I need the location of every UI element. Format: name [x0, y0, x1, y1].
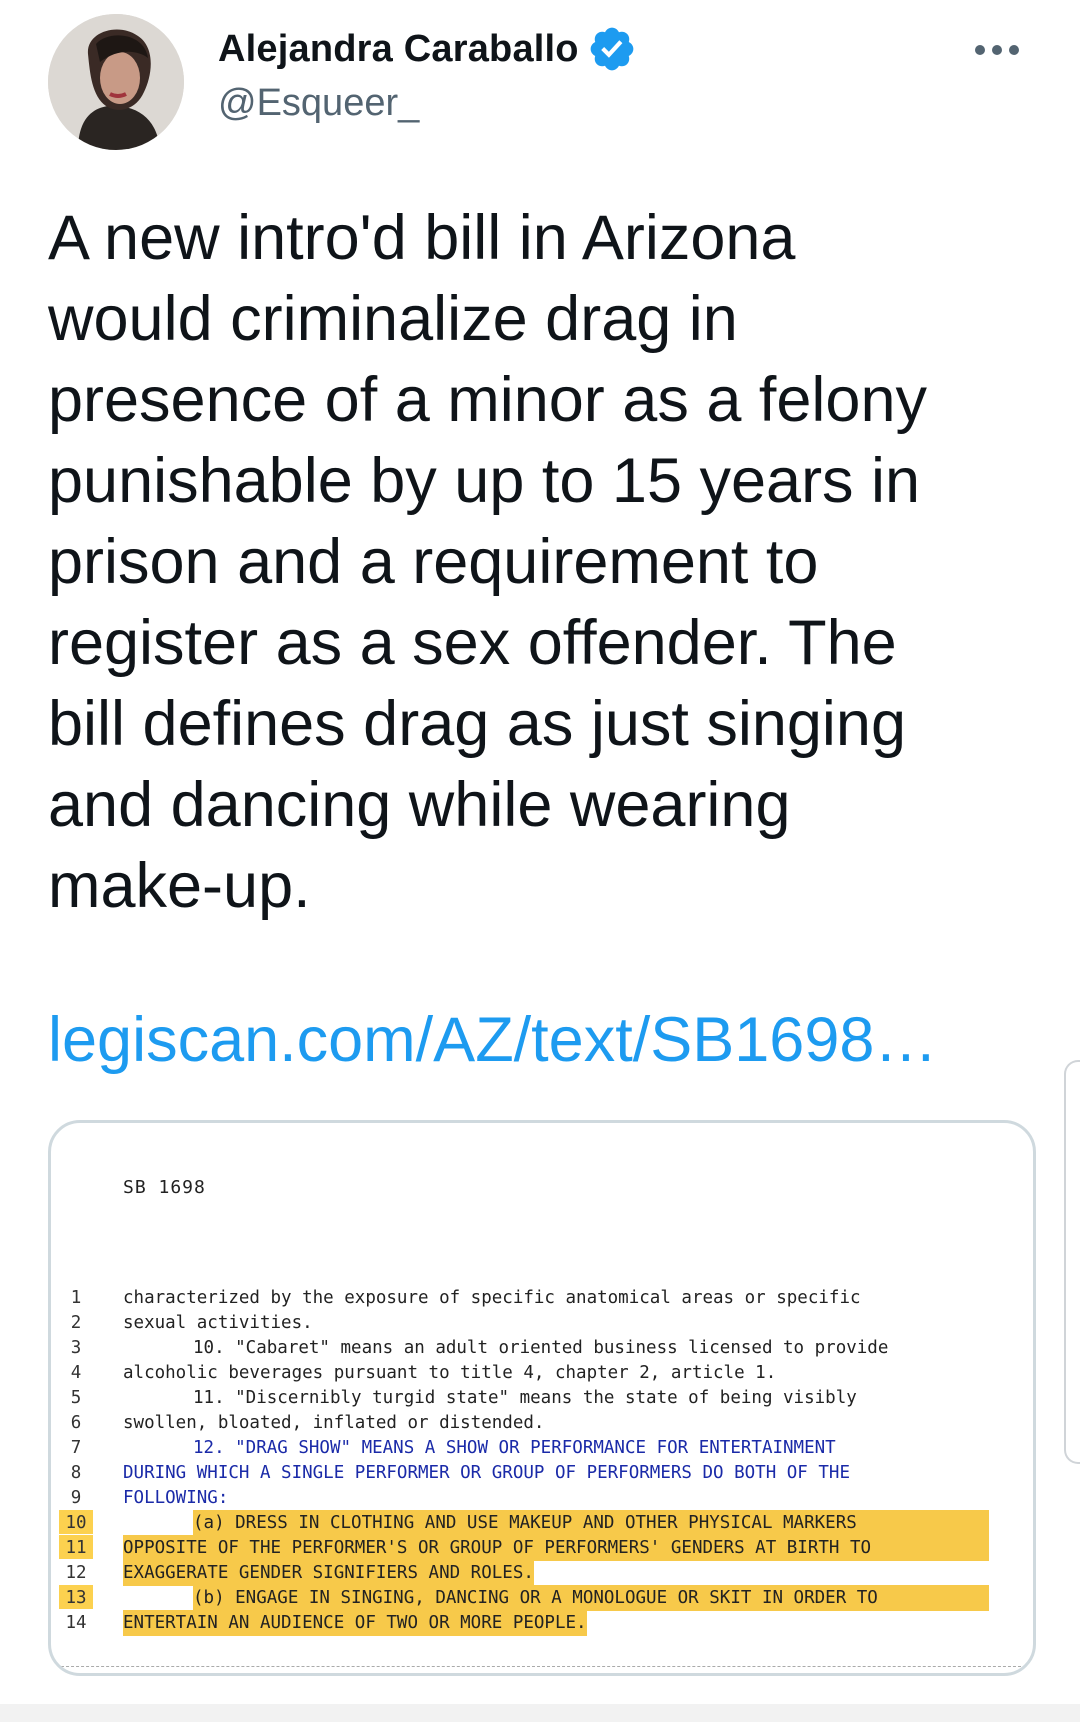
document-line: 3 10. "Cabaret" means an adult oriented …	[51, 1335, 1031, 1361]
line-number: 13	[59, 1585, 93, 1609]
line-number: 6	[70, 1413, 82, 1433]
line-text: 11. "Discernibly turgid state" means the…	[193, 1388, 857, 1408]
line-text: EXAGGERATE GENDER SIGNIFIERS AND ROLES.	[123, 1560, 534, 1586]
more-options-icon[interactable]	[972, 38, 1022, 62]
line-number: 3	[70, 1338, 82, 1358]
document-line-highlighted: 10 (a) DRESS IN CLOTHING AND USE MAKEUP …	[51, 1510, 1031, 1536]
line-number: 2	[70, 1313, 82, 1333]
avatar[interactable]	[48, 14, 184, 150]
bottom-edge	[0, 1704, 1080, 1722]
document-line: 8 DURING WHICH A SINGLE PERFORMER OR GRO…	[51, 1460, 1031, 1486]
author-handle[interactable]: @Esqueer_	[218, 82, 419, 125]
tweet-link[interactable]: legiscan.com/AZ/text/SB1698…	[48, 1004, 937, 1076]
document-line-highlighted: 12 EXAGGERATE GENDER SIGNIFIERS AND ROLE…	[51, 1560, 1031, 1586]
tweet-media-image[interactable]: SB 1698 1 characterized by the exposure …	[48, 1120, 1036, 1676]
line-number: 11	[59, 1535, 93, 1559]
bill-document: SB 1698 1 characterized by the exposure …	[51, 1123, 1033, 1673]
document-line: 7 12. "DRAG SHOW" MEANS A SHOW OR PERFOR…	[51, 1435, 1031, 1461]
tweet-text: A new intro'd bill in Arizona would crim…	[48, 203, 927, 921]
line-number: 9	[70, 1488, 82, 1508]
document-line-highlighted: 11 OPPOSITE OF THE PERFORMER'S OR GROUP …	[51, 1535, 1031, 1561]
line-number: 12	[65, 1563, 87, 1583]
document-line: 2 sexual activities.	[51, 1310, 1031, 1336]
document-line: 4 alcoholic beverages pursuant to title …	[51, 1360, 1031, 1386]
line-number: 4	[70, 1363, 82, 1383]
bill-title: SB 1698	[123, 1177, 206, 1198]
verified-badge-icon	[590, 27, 634, 71]
line-number: 7	[70, 1438, 82, 1458]
user-avatar-photo-icon	[48, 14, 184, 150]
document-line: 1 characterized by the exposure of speci…	[51, 1285, 1031, 1311]
line-text: 12. "DRAG SHOW" MEANS A SHOW OR PERFORMA…	[193, 1438, 836, 1458]
document-line-highlighted: 13 (b) ENGAGE IN SINGING, DANCING OR A M…	[51, 1585, 1031, 1611]
document-line: 5 11. "Discernibly turgid state" means t…	[51, 1385, 1031, 1411]
line-number: 10	[59, 1510, 93, 1534]
document-line: 6 swollen, bloated, inflated or distende…	[51, 1410, 1031, 1436]
line-text: characterized by the exposure of specifi…	[123, 1288, 861, 1308]
line-text: DURING WHICH A SINGLE PERFORMER OR GROUP…	[123, 1463, 850, 1483]
scrollbar[interactable]	[1064, 1060, 1080, 1464]
line-number: 1	[70, 1288, 82, 1308]
line-text: 10. "Cabaret" means an adult oriented bu…	[193, 1338, 889, 1358]
line-text: (b) ENGAGE IN SINGING, DANCING OR A MONO…	[193, 1585, 989, 1611]
author-name[interactable]: Alejandra Caraballo	[218, 28, 579, 71]
line-text: ENTERTAIN AN AUDIENCE OF TWO OR MORE PEO…	[123, 1610, 587, 1636]
line-text: swollen, bloated, inflated or distended.	[123, 1413, 545, 1433]
line-text: sexual activities.	[123, 1313, 313, 1333]
author-name-row[interactable]: Alejandra Caraballo	[218, 24, 637, 74]
line-number: 14	[65, 1613, 87, 1633]
line-text: alcoholic beverages pursuant to title 4,…	[123, 1363, 777, 1383]
document-line: 9 FOLLOWING:	[51, 1485, 1031, 1511]
line-text: (a) DRESS IN CLOTHING AND USE MAKEUP AND…	[193, 1510, 989, 1536]
line-number: 5	[70, 1388, 82, 1408]
line-text: FOLLOWING:	[123, 1488, 229, 1508]
document-cut-edge	[51, 1666, 1031, 1673]
document-line-highlighted: 14 ENTERTAIN AN AUDIENCE OF TWO OR MORE …	[51, 1610, 1031, 1636]
line-number: 8	[70, 1463, 82, 1483]
line-text: OPPOSITE OF THE PERFORMER'S OR GROUP OF …	[123, 1535, 989, 1561]
